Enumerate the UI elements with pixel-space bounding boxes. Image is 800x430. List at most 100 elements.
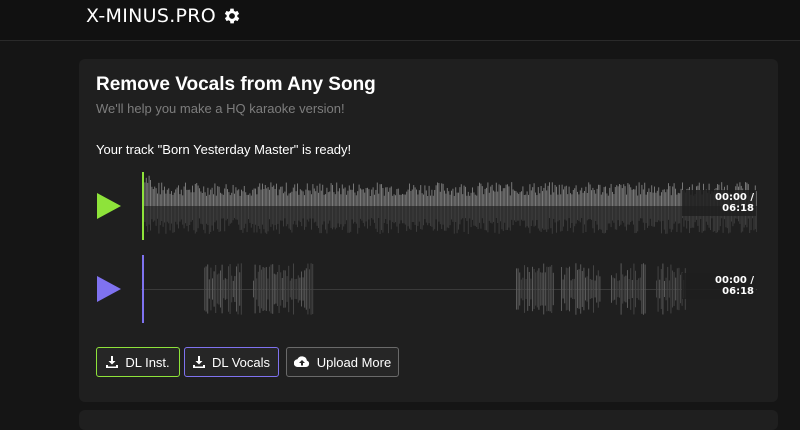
waveform-bar bbox=[621, 206, 623, 221]
gear-icon[interactable] bbox=[222, 6, 242, 26]
waveform-bar bbox=[565, 206, 567, 221]
site-logo[interactable]: X-MINUS.PRO bbox=[86, 5, 216, 27]
waveform-bar bbox=[552, 272, 554, 306]
waveform-bar bbox=[441, 206, 443, 230]
waveform-bar bbox=[518, 206, 520, 221]
waveform-bar bbox=[517, 268, 519, 310]
waveform-bar bbox=[635, 270, 636, 308]
download-vocals-button[interactable]: DL Vocals bbox=[184, 347, 279, 377]
waveform-bar bbox=[297, 206, 298, 228]
waveform-bar bbox=[463, 185, 465, 206]
waveform-bar bbox=[310, 263, 312, 315]
waveform-bar bbox=[232, 206, 234, 221]
waveform-bar bbox=[417, 194, 419, 206]
waveform-bar bbox=[756, 206, 757, 233]
vocals-waveform[interactable] bbox=[141, 255, 757, 323]
waveform-bar bbox=[217, 186, 219, 206]
waveform-bar bbox=[577, 269, 578, 309]
waveform-bar bbox=[326, 206, 328, 234]
waveform-bar bbox=[364, 206, 366, 227]
waveform-bar bbox=[620, 206, 622, 225]
waveform-bar bbox=[551, 265, 553, 313]
waveform-bar bbox=[630, 268, 632, 310]
waveform-bar bbox=[309, 206, 311, 219]
waveform-bar bbox=[383, 195, 385, 206]
waveform-bar bbox=[421, 193, 423, 206]
waveform-bar bbox=[666, 189, 668, 206]
waveform-bar bbox=[641, 264, 643, 314]
waveform-bar bbox=[421, 206, 423, 230]
waveform-bar bbox=[487, 206, 489, 233]
waveform-bar bbox=[571, 206, 573, 223]
waveform-bar bbox=[374, 194, 375, 206]
vocals-playhead[interactable] bbox=[142, 255, 144, 323]
waveform-bar bbox=[638, 278, 640, 300]
waveform-bar bbox=[166, 206, 168, 222]
waveform-bar bbox=[588, 206, 590, 220]
waveform-bar bbox=[304, 270, 306, 308]
waveform-bar bbox=[619, 184, 620, 206]
waveform-bar bbox=[549, 182, 550, 206]
waveform-bar bbox=[469, 195, 471, 206]
waveform-bar bbox=[584, 191, 585, 206]
waveform-bar bbox=[647, 191, 648, 206]
waveform-bar bbox=[494, 206, 496, 233]
waveform-bar bbox=[486, 187, 487, 206]
waveform-bar bbox=[302, 191, 304, 206]
waveform-bar bbox=[603, 206, 605, 234]
waveform-bar bbox=[551, 206, 553, 234]
waveform-bar bbox=[483, 194, 485, 206]
waveform-bar bbox=[481, 186, 483, 206]
play-instrumental-button[interactable] bbox=[97, 193, 121, 219]
waveform-bar bbox=[578, 206, 580, 221]
waveform-bar bbox=[673, 183, 675, 206]
waveform-bar bbox=[553, 192, 555, 206]
waveform-bar bbox=[372, 206, 374, 220]
waveform-bar bbox=[386, 206, 388, 224]
waveform-bar bbox=[234, 276, 236, 302]
upload-more-button[interactable]: Upload More bbox=[286, 347, 399, 377]
waveform-bar bbox=[448, 191, 450, 206]
waveform-bar bbox=[325, 206, 326, 230]
waveform-bar bbox=[470, 206, 472, 228]
waveform-bar bbox=[403, 206, 405, 224]
waveform-bar bbox=[442, 206, 444, 225]
waveform-bar bbox=[596, 188, 598, 206]
waveform-bar bbox=[173, 192, 175, 206]
waveform-bar bbox=[350, 189, 352, 206]
waveform-bar bbox=[409, 183, 410, 206]
waveform-bar bbox=[441, 183, 443, 206]
waveform-bar bbox=[423, 206, 424, 226]
waveform-bar bbox=[424, 185, 426, 206]
waveform-bar bbox=[264, 184, 266, 206]
waveform-bar bbox=[560, 206, 562, 232]
waveform-bar bbox=[491, 206, 493, 224]
waveform-bar bbox=[445, 193, 447, 206]
instrumental-waveform[interactable] bbox=[141, 173, 757, 239]
waveform-bar bbox=[171, 206, 172, 224]
waveform-bar bbox=[444, 190, 445, 206]
waveform-bar bbox=[220, 206, 221, 232]
waveform-bar bbox=[532, 187, 534, 206]
waveform-bar bbox=[262, 206, 263, 225]
waveform-bar bbox=[670, 195, 672, 206]
waveform-bar bbox=[663, 206, 665, 230]
waveform-bar bbox=[291, 278, 293, 300]
waveform-bar bbox=[448, 206, 450, 229]
waveform-bar bbox=[224, 206, 226, 232]
waveform-bar bbox=[677, 192, 679, 206]
play-vocals-button[interactable] bbox=[97, 276, 121, 302]
waveform-bar bbox=[438, 206, 440, 222]
waveform-bar bbox=[519, 192, 521, 206]
waveform-bar bbox=[507, 184, 508, 206]
waveform-bar bbox=[162, 206, 164, 227]
waveform-bar bbox=[204, 267, 205, 311]
waveform-bar bbox=[585, 186, 587, 206]
waveform-bar bbox=[228, 192, 230, 206]
download-instrumental-button[interactable]: DL Inst. bbox=[96, 347, 180, 377]
waveform-bar bbox=[680, 274, 681, 304]
waveform-bar bbox=[526, 191, 528, 206]
instrumental-playhead[interactable] bbox=[142, 172, 144, 240]
waveform-bar bbox=[241, 189, 242, 206]
waveform-bar bbox=[283, 193, 284, 206]
